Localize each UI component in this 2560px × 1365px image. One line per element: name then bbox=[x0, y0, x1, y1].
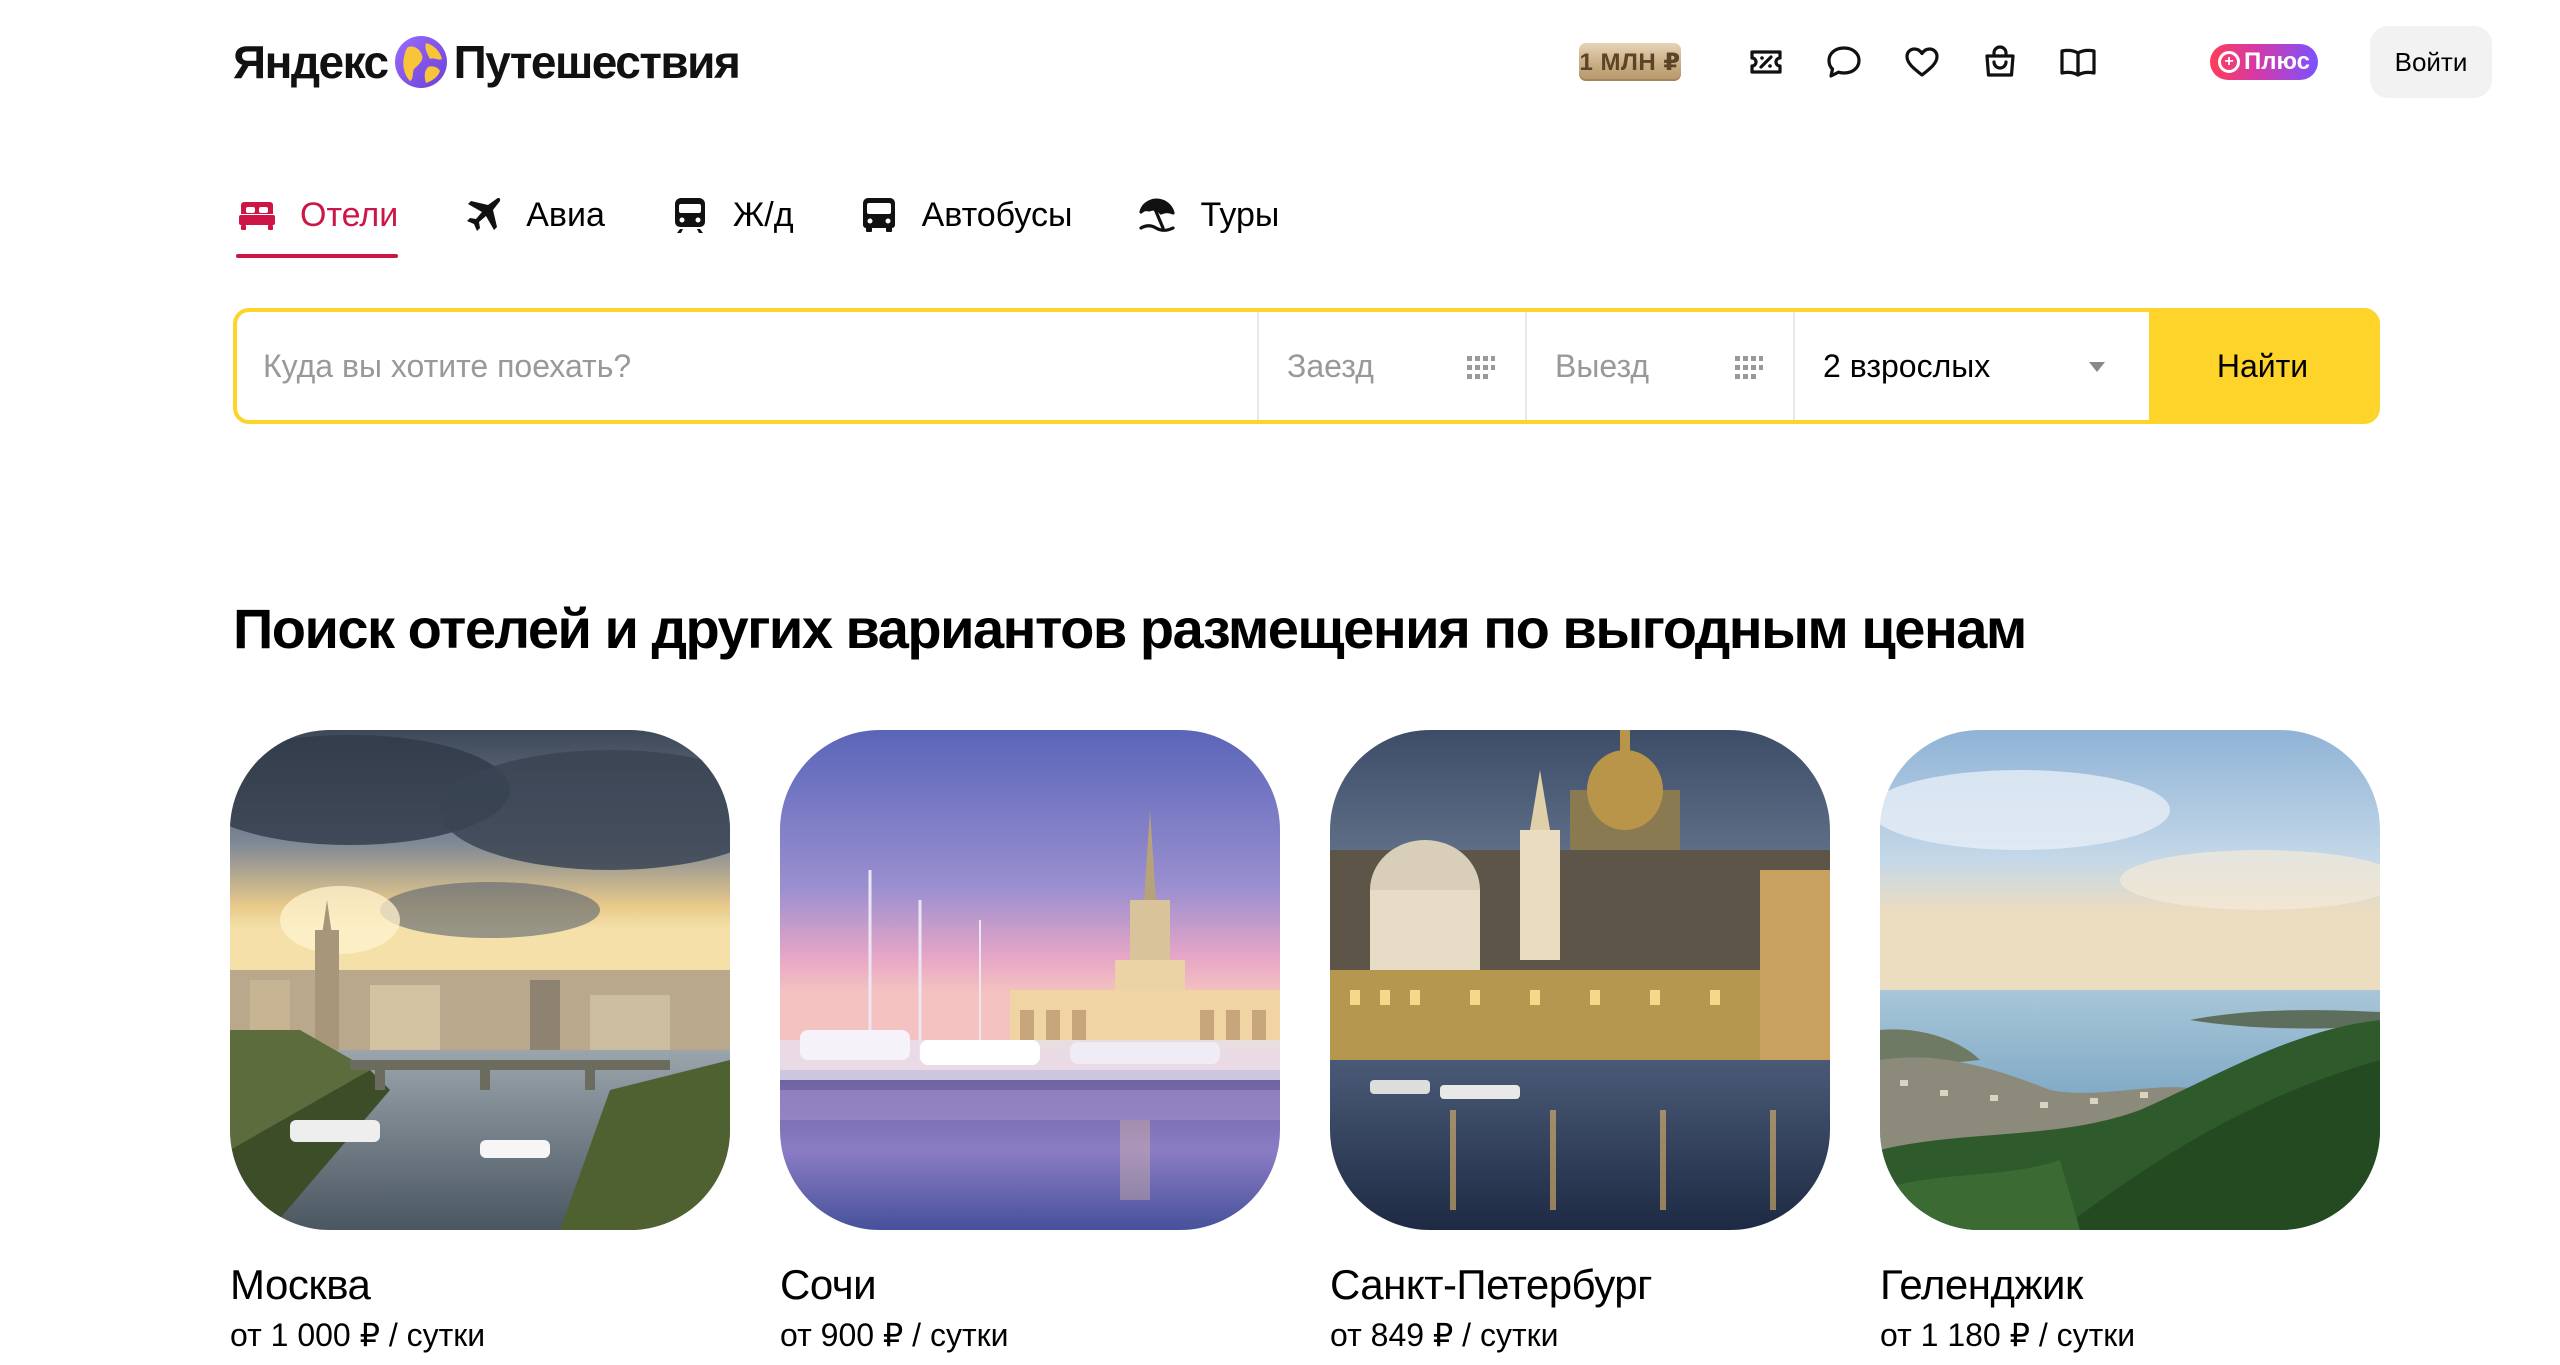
plane-icon bbox=[467, 198, 501, 231]
tab-trains[interactable]: Ж/д bbox=[669, 190, 794, 240]
destination-card-gelendzhik[interactable]: Геленджик от 1 180 ₽ / сутки bbox=[1880, 730, 2380, 1355]
moscow-photo bbox=[230, 730, 730, 1230]
city-name: Москва bbox=[230, 1261, 371, 1308]
logo-travel-text: Путешествия bbox=[453, 36, 741, 88]
sochi-photo bbox=[780, 730, 1280, 1230]
yandex-travel-logo[interactable]: Яндекс Путешествия bbox=[233, 30, 741, 94]
destination-card-sochi[interactable]: Сочи от 900 ₽ / сутки bbox=[780, 730, 1280, 1355]
book-icon bbox=[2060, 48, 2096, 77]
checkout-placeholder: Выезд bbox=[1555, 347, 1650, 384]
tab-avia[interactable]: Авиа bbox=[462, 190, 605, 240]
city-price: от 849 ₽ / сутки bbox=[1330, 1317, 1559, 1354]
checkout-field[interactable]: Выезд bbox=[1525, 312, 1793, 420]
destination-card-saint-petersburg[interactable]: Санкт-Петербург от 849 ₽ / сутки bbox=[1330, 730, 1830, 1355]
checkin-placeholder: Заезд bbox=[1287, 347, 1374, 384]
header-actions: 1 МЛН ₽ + Плюс Войти bbox=[1560, 26, 2560, 98]
city-price: от 900 ₽ / сутки bbox=[780, 1317, 1009, 1354]
tab-buses[interactable]: Автобусы bbox=[858, 190, 1073, 240]
orders-button[interactable] bbox=[1972, 34, 2028, 90]
million-rubles-badge[interactable]: 1 МЛН ₽ bbox=[1579, 43, 1681, 81]
heart-icon bbox=[1905, 47, 1939, 77]
tab-hotels[interactable]: Отели bbox=[236, 190, 399, 258]
bus-icon bbox=[862, 198, 895, 232]
find-button[interactable]: Найти bbox=[2149, 312, 2376, 420]
city-price: от 1 000 ₽ / сутки bbox=[230, 1317, 486, 1354]
train-icon bbox=[674, 198, 705, 233]
city-name: Санкт-Петербург bbox=[1330, 1261, 1652, 1308]
destination-input[interactable] bbox=[237, 312, 1257, 420]
tab-trains-label: Ж/д bbox=[732, 195, 794, 234]
calendar-grid-icon bbox=[1735, 356, 1763, 379]
tab-tours[interactable]: Туры bbox=[1136, 190, 1279, 240]
page-heading: Поиск отелей и других вариантов размещен… bbox=[233, 597, 2027, 660]
journal-button[interactable] bbox=[2050, 34, 2106, 90]
messages-button[interactable] bbox=[1816, 34, 1872, 90]
login-button[interactable]: Войти bbox=[2370, 26, 2492, 98]
caret-down-icon bbox=[2089, 362, 2105, 372]
hotel-search-form: Заезд Выезд 2 взрослых Найти bbox=[233, 308, 2380, 424]
chat-icon bbox=[1827, 46, 1861, 78]
guests-value: 2 взрослых bbox=[1823, 347, 1991, 384]
plus-badge[interactable]: + Плюс bbox=[2210, 44, 2318, 80]
bed-icon bbox=[239, 202, 275, 230]
guests-select[interactable]: 2 взрослых bbox=[1793, 312, 2149, 420]
tab-tours-label: Туры bbox=[1200, 195, 1280, 234]
percent-ticket-icon bbox=[1750, 50, 1782, 74]
city-price: от 1 180 ₽ / сутки bbox=[1880, 1317, 2136, 1354]
calendar-grid-icon bbox=[1467, 356, 1495, 379]
logo-yandex-text: Яндекс bbox=[233, 36, 389, 88]
plus-icon: + bbox=[2217, 51, 2240, 73]
tab-buses-label: Автобусы bbox=[921, 195, 1073, 234]
destination-cards: Москва от 1 000 ₽ / сутки Сочи от 900 ₽ … bbox=[230, 730, 2380, 1365]
tab-avia-label: Авиа bbox=[526, 195, 605, 234]
service-tabs: Отели Авиа Ж/д Автобусы Туры bbox=[236, 190, 1343, 262]
destination-card-moscow[interactable]: Москва от 1 000 ₽ / сутки bbox=[230, 730, 730, 1355]
city-name: Геленджик bbox=[1880, 1261, 2083, 1308]
tab-hotels-label: Отели bbox=[300, 195, 399, 234]
discount-button[interactable] bbox=[1738, 34, 1794, 90]
plus-label: Плюс bbox=[2243, 48, 2311, 75]
bag-icon bbox=[1985, 45, 2015, 77]
globe-icon bbox=[394, 36, 447, 88]
header: Яндекс Путешествия 1 МЛН ₽ + Плюс Войти bbox=[0, 0, 2560, 125]
gelendzhik-photo bbox=[1880, 730, 2380, 1230]
favorites-button[interactable] bbox=[1894, 34, 1950, 90]
checkin-field[interactable]: Заезд bbox=[1257, 312, 1525, 420]
saint-petersburg-photo bbox=[1330, 730, 1830, 1230]
city-name: Сочи bbox=[780, 1261, 877, 1308]
beach-umbrella-icon bbox=[1139, 198, 1176, 232]
